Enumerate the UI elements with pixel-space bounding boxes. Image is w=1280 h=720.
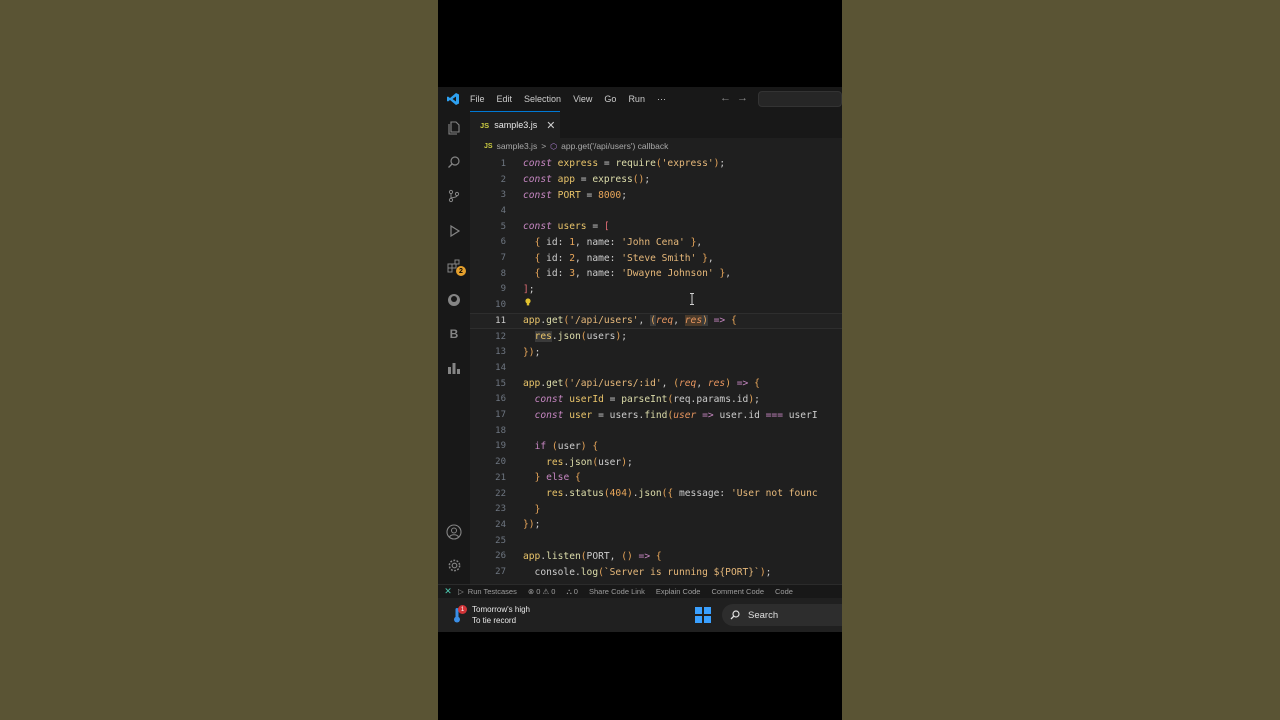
lightbulb-icon[interactable] bbox=[524, 298, 532, 306]
code-line: 18 bbox=[495, 425, 506, 436]
code-line: 24}); bbox=[495, 519, 541, 531]
taskbar-search[interactable]: Search bbox=[722, 604, 842, 626]
text-cursor-icon bbox=[690, 293, 694, 305]
code-line: 20 res.json(user); bbox=[495, 456, 633, 468]
chart-icon[interactable] bbox=[438, 356, 470, 380]
code-line: 9]; bbox=[500, 283, 535, 295]
comment-code-button[interactable]: Comment Code bbox=[711, 587, 764, 596]
menu-go[interactable]: Go bbox=[598, 94, 622, 104]
code-line: 19 if (user) { bbox=[495, 440, 599, 452]
forward-arrow-icon[interactable]: → bbox=[737, 92, 754, 104]
menu-edit[interactable]: Edit bbox=[491, 94, 519, 104]
bootstrap-b-icon[interactable]: B bbox=[438, 322, 470, 346]
code-line: 26 app.listen(PORT, () => { bbox=[495, 550, 662, 562]
nav-arrows: ←→ bbox=[720, 92, 754, 104]
weather-alert-badge: 1 bbox=[458, 605, 467, 614]
editor-tabs: JS sample3.js ✕ bbox=[470, 111, 842, 138]
breadcrumb-file[interactable]: sample3.js bbox=[497, 141, 538, 151]
github-icon[interactable] bbox=[438, 288, 470, 312]
extensions-badge: 2 bbox=[456, 266, 466, 276]
tab-label: sample3.js bbox=[494, 120, 538, 130]
run-testcases-icon: ▷ bbox=[458, 587, 464, 596]
vscode-window: File Edit Selection View Go Run ··· ←→ 2… bbox=[438, 87, 842, 632]
code-line: 17 const user = users.find(user => user.… bbox=[495, 409, 818, 421]
menu-selection[interactable]: Selection bbox=[518, 94, 567, 104]
share-code-link-button[interactable]: Share Code Link bbox=[589, 587, 645, 596]
ports-indicator[interactable]: ⛬ 0 bbox=[566, 587, 578, 597]
source-control-icon[interactable] bbox=[438, 184, 470, 208]
remote-icon[interactable]: ✕ bbox=[438, 585, 458, 599]
activity-bar: 2 B bbox=[438, 111, 470, 584]
code-line: 23 } bbox=[495, 503, 541, 515]
account-icon[interactable] bbox=[438, 520, 470, 544]
code-line: 13}); bbox=[495, 346, 541, 358]
code-editor[interactable]: 1 const express = require('express'); 2 co… bbox=[470, 154, 842, 584]
function-symbol-icon: ⬡ bbox=[550, 141, 558, 151]
phone-frame: File Edit Selection View Go Run ··· ←→ 2… bbox=[438, 0, 842, 720]
problems-indicator[interactable]: ⊗ 0 ⚠ 0 bbox=[528, 587, 556, 596]
status-bar: ✕ ▷ Run Testcases ⊗ 0 ⚠ 0 ⛬ 0 Share Code… bbox=[438, 584, 842, 598]
weather-line-2: To tie record bbox=[472, 616, 517, 625]
search-icon[interactable] bbox=[438, 150, 470, 174]
breadcrumb: JS sample3.js > ⬡ app.get('/api/users') … bbox=[470, 138, 842, 154]
extensions-icon[interactable]: 2 bbox=[438, 254, 470, 278]
breadcrumb-separator: > bbox=[541, 141, 547, 151]
code-line: 3 const PORT = 8000; bbox=[500, 189, 627, 201]
settings-gear-icon[interactable] bbox=[438, 553, 470, 577]
command-center[interactable] bbox=[758, 91, 842, 107]
code-line: 7 { id: 2, name: 'Steve Smith' }, bbox=[500, 252, 714, 264]
run-testcases-button[interactable]: Run Testcases bbox=[468, 587, 517, 596]
back-arrow-icon[interactable]: ← bbox=[720, 92, 737, 104]
tab-sample3-js[interactable]: JS sample3.js ✕ bbox=[470, 111, 560, 138]
menu-more[interactable]: ··· bbox=[651, 94, 672, 104]
code-line: 25 bbox=[495, 535, 506, 546]
menu-bar: File Edit Selection View Go Run ··· bbox=[464, 94, 672, 104]
title-bar: File Edit Selection View Go Run ··· ←→ bbox=[438, 87, 842, 111]
weather-widget[interactable]: 1 Tomorrow's high To tie record bbox=[452, 604, 530, 626]
code-line: 4 bbox=[500, 205, 506, 216]
menu-view[interactable]: View bbox=[567, 94, 598, 104]
weather-line-1: Tomorrow's high bbox=[472, 605, 530, 614]
code-line: 12 res.json(users); bbox=[495, 331, 628, 343]
javascript-file-icon: JS bbox=[480, 120, 490, 130]
run-debug-icon[interactable] bbox=[438, 219, 470, 243]
code-button[interactable]: Code bbox=[775, 587, 793, 596]
code-line: 27 console.log(`Server is running ${PORT… bbox=[495, 566, 772, 578]
windows-taskbar: 1 Tomorrow's high To tie record Search bbox=[438, 598, 842, 632]
code-line: 14 bbox=[495, 362, 506, 373]
code-line: 22 res.status(404).json({ message: 'User… bbox=[495, 488, 818, 500]
vscode-logo-icon bbox=[442, 93, 464, 105]
code-line: 5 const users = [ bbox=[500, 221, 610, 233]
code-line: 6 { id: 1, name: 'John Cena' }, bbox=[500, 236, 703, 248]
search-label: Search bbox=[748, 609, 779, 621]
menu-file[interactable]: File bbox=[464, 94, 491, 104]
code-line-active: 11 app.get('/api/users', (req, res) => { bbox=[470, 313, 842, 329]
code-line: 15 app.get('/api/users/:id', (req, res) =… bbox=[495, 378, 760, 390]
explorer-icon[interactable] bbox=[438, 116, 470, 140]
code-line: 1 const express = require('express'); bbox=[500, 158, 726, 170]
windows-start-icon[interactable] bbox=[695, 607, 711, 623]
code-line: 16 const userId = parseInt(req.params.id… bbox=[495, 393, 760, 405]
close-tab-icon[interactable]: ✕ bbox=[546, 119, 555, 132]
weather-text: Tomorrow's high To tie record bbox=[472, 604, 530, 626]
menu-run[interactable]: Run bbox=[622, 94, 651, 104]
explain-code-button[interactable]: Explain Code bbox=[656, 587, 701, 596]
breadcrumb-symbol[interactable]: app.get('/api/users') callback bbox=[561, 141, 668, 151]
search-icon bbox=[730, 610, 740, 620]
thermometer-icon: 1 bbox=[452, 605, 467, 623]
code-line: 2 const app = express(); bbox=[500, 174, 651, 186]
javascript-file-icon: JS bbox=[484, 142, 493, 150]
code-line: 21 } else { bbox=[495, 472, 581, 484]
code-line: 8 { id: 3, name: 'Dwayne Johnson' }, bbox=[500, 268, 731, 280]
